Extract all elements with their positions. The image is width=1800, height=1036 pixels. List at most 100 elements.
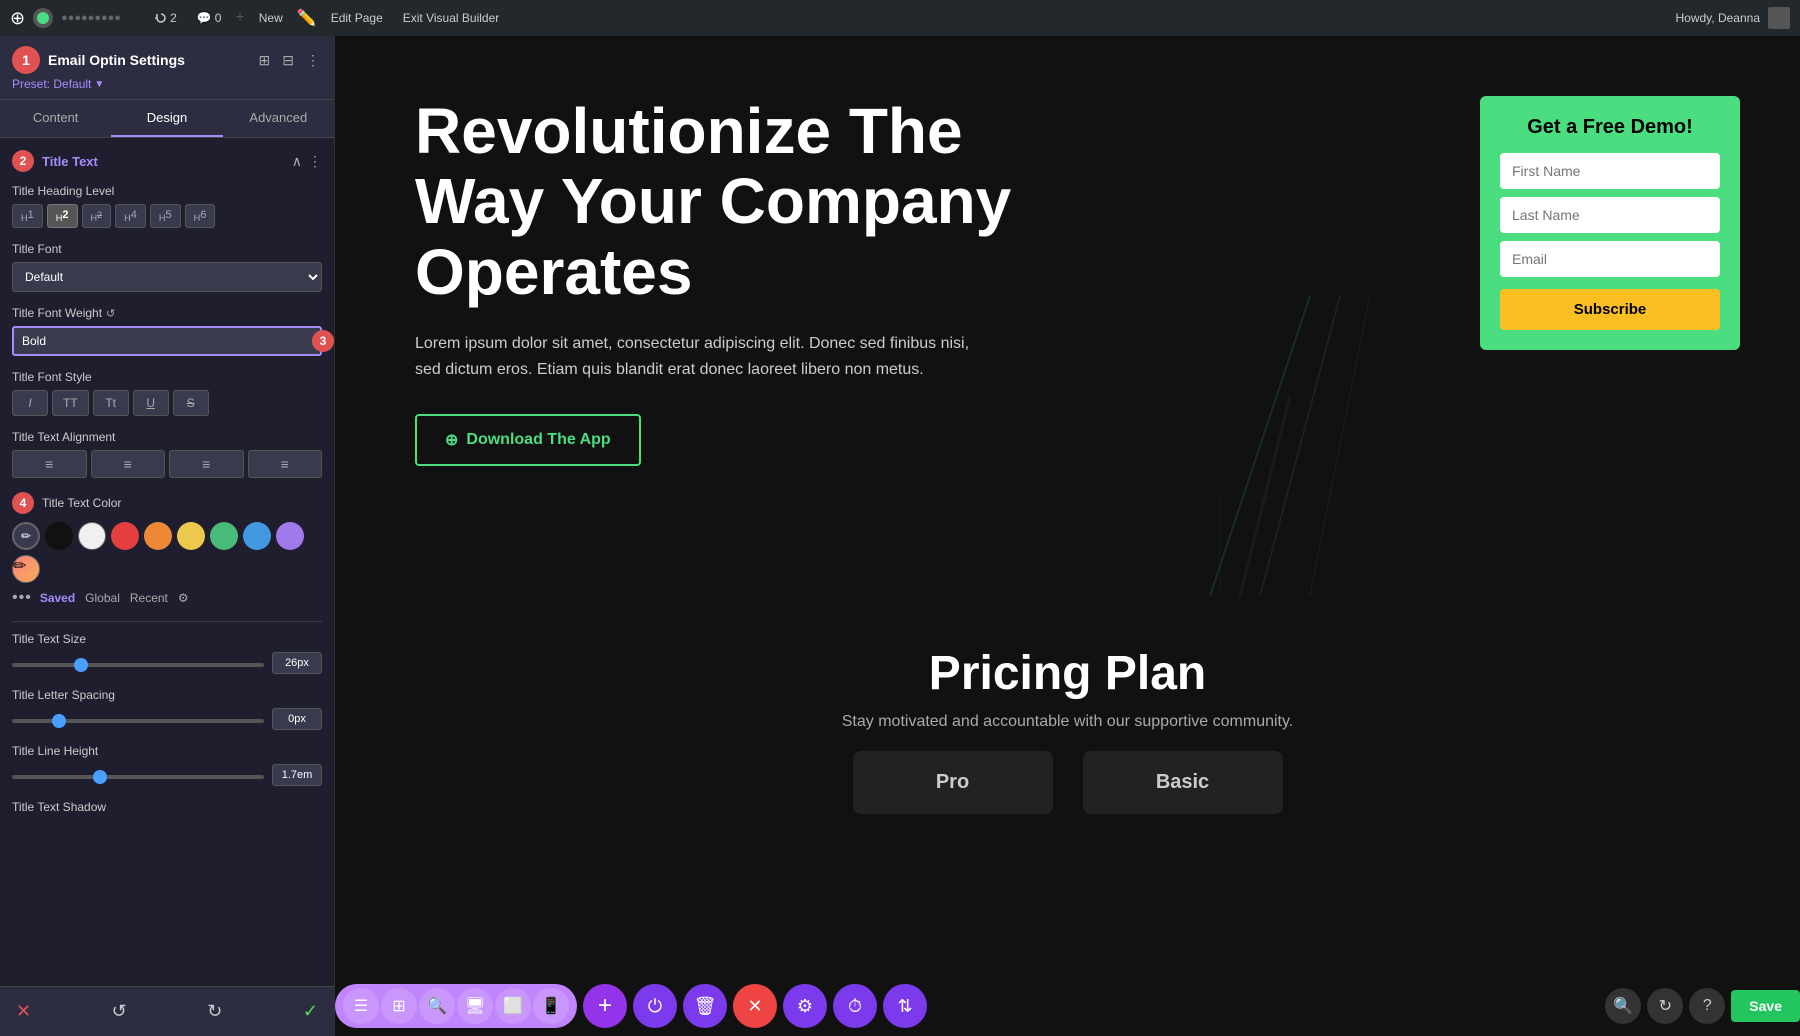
title-letter-spacing-slider[interactable]: [12, 719, 264, 723]
form-firstname-input[interactable]: [1500, 153, 1720, 189]
color-settings-btn[interactable]: ⚙: [178, 591, 189, 605]
title-line-height-slider[interactable]: [12, 775, 264, 779]
color-tab-saved[interactable]: Saved: [40, 591, 75, 605]
wordpress-icon[interactable]: ⊕: [10, 8, 25, 29]
exit-vb-button[interactable]: Exit Visual Builder: [397, 9, 506, 27]
color-swatch-black[interactable]: [45, 522, 73, 550]
toolbar-desktop-btn[interactable]: 🖥: [457, 988, 493, 1024]
style-italic-btn[interactable]: I: [12, 390, 48, 416]
align-center-btn[interactable]: ≡: [91, 450, 166, 478]
toolbar-close-btn[interactable]: ✕: [733, 984, 777, 1028]
title-font-weight-input[interactable]: [12, 326, 322, 356]
align-right-btn[interactable]: ≡: [169, 450, 244, 478]
bottom-toolbar: ☰ ⊞ 🔍 🖥 ⬜ 📱 + ⏻ 🗑 ✕ ⚙ ⏱ ⇅ 🔍 ↻ ? Save: [335, 984, 1800, 1028]
toolbar-search-btn[interactable]: 🔍: [419, 988, 455, 1024]
toolbar-power-btn[interactable]: ⏻: [633, 984, 677, 1028]
comments-btn[interactable]: 💬 0: [191, 9, 228, 27]
title-text-size-value[interactable]: [272, 652, 322, 674]
color-swatch-pencil[interactable]: ✏: [12, 522, 40, 550]
toolbar-layout-btn[interactable]: ⇅: [883, 984, 927, 1028]
hero-cta-button[interactable]: ⊕ Download The App: [415, 414, 641, 466]
title-text-align-row: Title Text Alignment ≡ ≡ ≡ ≡: [12, 430, 322, 478]
heading-h4-btn[interactable]: H4: [115, 204, 146, 228]
color-swatch-orange[interactable]: [144, 522, 172, 550]
toolbar-delete-btn[interactable]: 🗑: [683, 984, 727, 1028]
toolbar-help-btn[interactable]: ?: [1689, 988, 1725, 1024]
color-swatch-yellow[interactable]: [177, 522, 205, 550]
tab-advanced[interactable]: Advanced: [223, 100, 334, 137]
tab-content[interactable]: Content: [0, 100, 111, 137]
color-swatch-white[interactable]: [78, 522, 106, 550]
pricing-subtitle: Stay motivated and accountable with our …: [395, 713, 1740, 731]
title-letter-spacing-value[interactable]: [272, 708, 322, 730]
color-swatch-red[interactable]: [111, 522, 139, 550]
save-button[interactable]: Save: [1731, 990, 1800, 1022]
style-strikethrough-btn[interactable]: S: [173, 390, 209, 416]
color-swatch-custom[interactable]: ✏: [12, 555, 40, 583]
panel-settings-btn[interactable]: ⊞: [257, 50, 273, 71]
title-text-shadow-row: Title Text Shadow: [12, 800, 322, 814]
toolbar-search-right-btn[interactable]: 🔍: [1605, 988, 1641, 1024]
reset-weight-icon[interactable]: ↺: [106, 307, 115, 320]
tab-design[interactable]: Design: [111, 100, 222, 137]
toolbar-refresh-btn[interactable]: ↻: [1647, 988, 1683, 1024]
toolbar-grid-btn[interactable]: ⊞: [381, 988, 417, 1024]
preview-area: Revolutionize The Way Your Company Opera…: [335, 36, 1800, 1036]
align-left-btn[interactable]: ≡: [12, 450, 87, 478]
style-capitalize-btn[interactable]: Tt: [93, 390, 129, 416]
color-tab-global[interactable]: Global: [85, 591, 120, 605]
title-font-label: Title Font: [12, 242, 322, 256]
toolbar-tablet-btn[interactable]: ⬜: [495, 988, 531, 1024]
toolbar-menu-btn[interactable]: ☰: [343, 988, 379, 1024]
color-more-btn[interactable]: •••: [12, 589, 32, 607]
color-swatch-purple[interactable]: [276, 522, 304, 550]
toolbar-mobile-btn[interactable]: 📱: [533, 988, 569, 1024]
user-avatar[interactable]: [1768, 7, 1790, 29]
title-line-height-value[interactable]: [272, 764, 322, 786]
title-letter-spacing-label: Title Letter Spacing: [12, 688, 322, 702]
title-letter-spacing-row: Title Letter Spacing: [12, 688, 322, 730]
title-font-style-row: Title Font Style I TT Tt U S: [12, 370, 322, 416]
toolbar-add-btn[interactable]: +: [583, 984, 627, 1028]
panel-title: Email Optin Settings: [48, 52, 185, 68]
heading-h3-btn[interactable]: H2: [82, 204, 112, 228]
heading-h6-btn[interactable]: H6: [185, 204, 216, 228]
title-text-size-slider[interactable]: [12, 663, 264, 667]
new-button[interactable]: New: [253, 9, 289, 27]
settings-panel: 1 Email Optin Settings ⊞ ⊟ ⋮ Preset: Def…: [0, 36, 335, 1036]
sync-btn[interactable]: 2: [149, 9, 183, 27]
close-panel-btn[interactable]: ✕: [12, 997, 35, 1026]
confirm-btn[interactable]: ✓: [299, 997, 322, 1026]
heading-h5-btn[interactable]: H5: [150, 204, 181, 228]
color-swatch-blue[interactable]: [243, 522, 271, 550]
title-font-weight-row: Title Font Weight ↺ 3: [12, 306, 322, 356]
style-underline-btn[interactable]: U: [133, 390, 169, 416]
toolbar-history-btn[interactable]: ⏱: [833, 984, 877, 1028]
toolbar-settings-btn[interactable]: ⚙: [783, 984, 827, 1028]
sep: +: [235, 9, 244, 27]
panel-columns-btn[interactable]: ⊟: [280, 50, 296, 71]
heading-h2-btn[interactable]: H2: [47, 204, 78, 228]
heading-h1-btn[interactable]: H1: [12, 204, 43, 228]
title-text-color-row: 4 Title Text Color ✏ ✏: [12, 492, 322, 607]
badge-1: 1: [12, 46, 40, 74]
cta-icon: ⊕: [445, 430, 458, 450]
edit-page-button[interactable]: Edit Page: [325, 9, 389, 27]
color-tab-recent[interactable]: Recent: [130, 591, 168, 605]
redo-btn[interactable]: ↻: [203, 997, 226, 1026]
title-font-select[interactable]: Default: [12, 262, 322, 292]
align-justify-btn[interactable]: ≡: [248, 450, 323, 478]
form-lastname-input[interactable]: [1500, 197, 1720, 233]
color-tabs: Saved Global Recent ⚙: [40, 591, 189, 605]
title-line-height-label: Title Line Height: [12, 744, 322, 758]
panel-more-btn[interactable]: ⋮: [304, 50, 322, 71]
title-text-align-label: Title Text Alignment: [12, 430, 322, 444]
panel-preset[interactable]: Preset: Default ▼: [12, 77, 322, 91]
section-collapse-btn[interactable]: ∧: [292, 153, 302, 170]
form-submit-btn[interactable]: Subscribe: [1500, 289, 1720, 330]
form-email-input[interactable]: [1500, 241, 1720, 277]
section-more-btn[interactable]: ⋮: [308, 153, 322, 170]
undo-btn[interactable]: ↺: [108, 997, 131, 1026]
style-uppercase-btn[interactable]: TT: [52, 390, 89, 416]
color-swatch-green[interactable]: [210, 522, 238, 550]
